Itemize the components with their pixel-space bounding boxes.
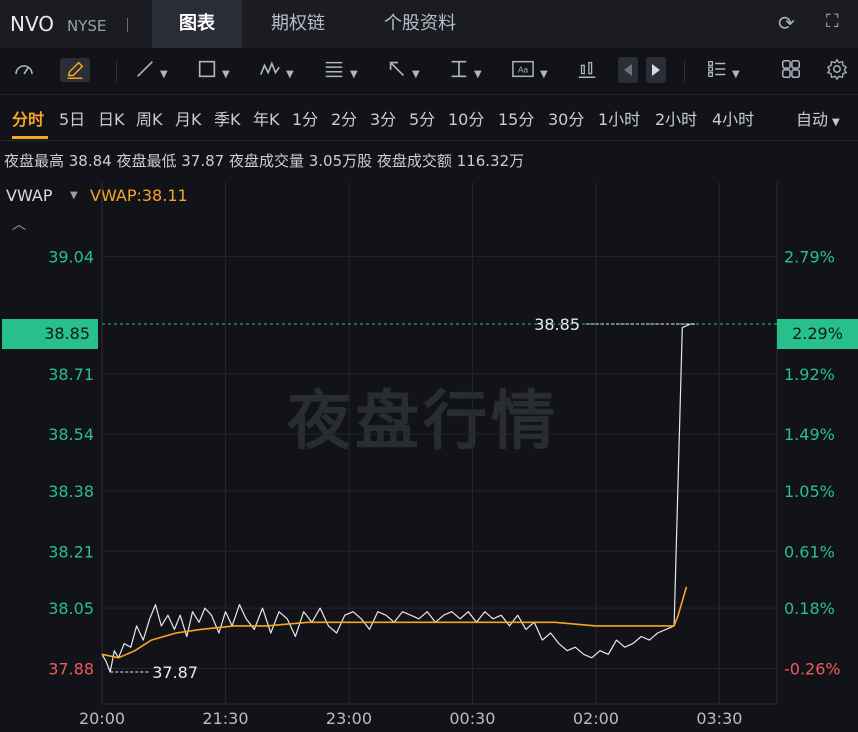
y-tick-pct-label: 2.79% <box>784 248 835 267</box>
divider <box>127 18 128 32</box>
period-10min[interactable]: 10分 <box>448 106 484 130</box>
x-tick-label: 20:00 <box>79 709 125 728</box>
svg-text:Aa: Aa <box>518 66 529 75</box>
current-pct-badge: 2.29% <box>777 319 858 349</box>
period-selector: 分时 5日 日K 周K 月K 季K 年K 1分 2分 3分 5分 10分 15分… <box>0 94 858 141</box>
period-quarter[interactable]: 季K <box>214 106 241 130</box>
exchange-label: NYSE <box>67 17 107 35</box>
series-line-vwap <box>101 586 688 659</box>
scale-mode-dropdown[interactable]: 自动 ▼ <box>796 106 840 130</box>
period-15min[interactable]: 15分 <box>498 106 534 130</box>
tab-options-chain[interactable]: 期权链 <box>262 0 334 48</box>
rect-tool-icon[interactable]: ▼ <box>196 58 230 82</box>
current-price-badge: 38.85 <box>2 319 98 349</box>
toolbar-divider <box>116 60 117 82</box>
y-axis-labels: 39.04 2.79% 38.71 1.92% 38.54 1.49% 38.38 1.05%… <box>48 248 840 679</box>
ticker-symbol: NVO <box>10 12 55 36</box>
pencil-icon[interactable] <box>60 58 90 82</box>
text-tool-icon[interactable]: Aa ▼ <box>510 58 548 82</box>
indicator-name[interactable]: VWAP <box>6 186 52 205</box>
period-1h[interactable]: 1小时 <box>598 106 640 130</box>
y-tick-label: 38.54 <box>48 425 94 444</box>
period-year[interactable]: 年K <box>253 106 280 130</box>
period-30min[interactable]: 30分 <box>548 106 584 130</box>
measure-tool-icon[interactable]: ▼ <box>448 58 482 82</box>
x-tick-label: 23:00 <box>326 709 372 728</box>
low-price-label: 37.87 <box>152 663 198 682</box>
x-tick-label: 21:30 <box>202 709 248 728</box>
y-tick-label: 38.21 <box>48 542 94 561</box>
y-tick-pct-label: -0.26% <box>784 659 841 678</box>
y-tick-pct-label: 1.49% <box>784 425 835 444</box>
collapse-chevron-icon[interactable]: ︿ <box>12 214 26 234</box>
period-5d[interactable]: 5日 <box>59 106 85 130</box>
chevron-down-icon[interactable]: ▼ <box>70 190 78 201</box>
drawing-toolbar: ▼ ▼ ▼ ▼ ▼ ▼ Aa ▼ ▼ <box>0 48 858 95</box>
y-tick-label: 38.71 <box>48 365 94 384</box>
chevron-down-icon: ▼ <box>832 117 840 128</box>
y-tick-pct-label: 0.18% <box>784 599 835 618</box>
toolbar-divider <box>684 60 685 82</box>
y-tick-label: 37.88 <box>48 659 94 678</box>
y-tick-pct-label: 0.61% <box>784 542 835 561</box>
session-stats: 夜盘最高 38.84 夜盘最低 37.87 夜盘成交量 3.05万股 夜盘成交额… <box>4 152 525 170</box>
left-arrow-icon[interactable] <box>618 57 638 83</box>
refresh-icon[interactable]: ⟳ <box>778 11 795 35</box>
period-month[interactable]: 月K <box>175 106 202 130</box>
y-tick-pct-label: 1.92% <box>784 365 835 384</box>
watermark: 夜盘行情 <box>287 385 559 459</box>
pattern-tool-icon[interactable]: ▼ <box>258 58 294 82</box>
period-2h[interactable]: 2小时 <box>655 106 697 130</box>
scale-mode-label: 自动 <box>796 110 829 129</box>
tab-chart[interactable]: 图表 <box>152 0 242 48</box>
right-arrow-icon[interactable] <box>646 57 666 83</box>
y-tick-pct-label: 1.05% <box>784 482 835 501</box>
x-tick-label: 03:30 <box>696 709 742 728</box>
period-4h[interactable]: 4小时 <box>712 106 754 130</box>
list-icon[interactable]: ▼ <box>706 58 740 82</box>
x-tick-label: 02:00 <box>573 709 619 728</box>
last-price-label: 38.85 <box>534 315 580 334</box>
gauge-icon[interactable] <box>12 58 36 82</box>
y-tick-label: 38.38 <box>48 482 94 501</box>
indicator-value: VWAP:38.11 <box>90 186 188 205</box>
period-intraday[interactable]: 分时 <box>12 106 44 130</box>
grid-icon[interactable] <box>780 58 802 82</box>
tab-stock-profile[interactable]: 个股资料 <box>372 0 468 48</box>
period-5min[interactable]: 5分 <box>409 106 435 130</box>
period-1min[interactable]: 1分 <box>292 106 318 130</box>
top-bar: NVO NYSE 图表 期权链 个股资料 ⟳ ⛶ <box>0 0 858 48</box>
x-axis-labels: 20:00 21:30 23:00 00:30 02:00 03:30 <box>79 709 742 728</box>
period-day[interactable]: 日K <box>98 106 125 130</box>
fullscreen-icon[interactable]: ⛶ <box>826 11 839 32</box>
line-tool-icon[interactable]: ▼ <box>134 58 168 82</box>
y-tick-label: 38.05 <box>48 599 94 618</box>
period-week[interactable]: 周K <box>136 106 163 130</box>
period-3min[interactable]: 3分 <box>370 106 396 130</box>
fib-tool-icon[interactable]: ▼ <box>322 58 358 82</box>
current-price-value: 38.85 <box>44 324 90 343</box>
current-pct-value: 2.29% <box>792 324 843 343</box>
active-period-underline <box>12 136 48 139</box>
settings-icon[interactable] <box>826 58 848 82</box>
x-tick-label: 00:30 <box>449 709 495 728</box>
period-2min[interactable]: 2分 <box>331 106 357 130</box>
y-tick-label: 39.04 <box>48 248 94 267</box>
arrow-tool-icon[interactable]: ▼ <box>386 58 420 82</box>
candle-icon[interactable] <box>576 58 598 82</box>
